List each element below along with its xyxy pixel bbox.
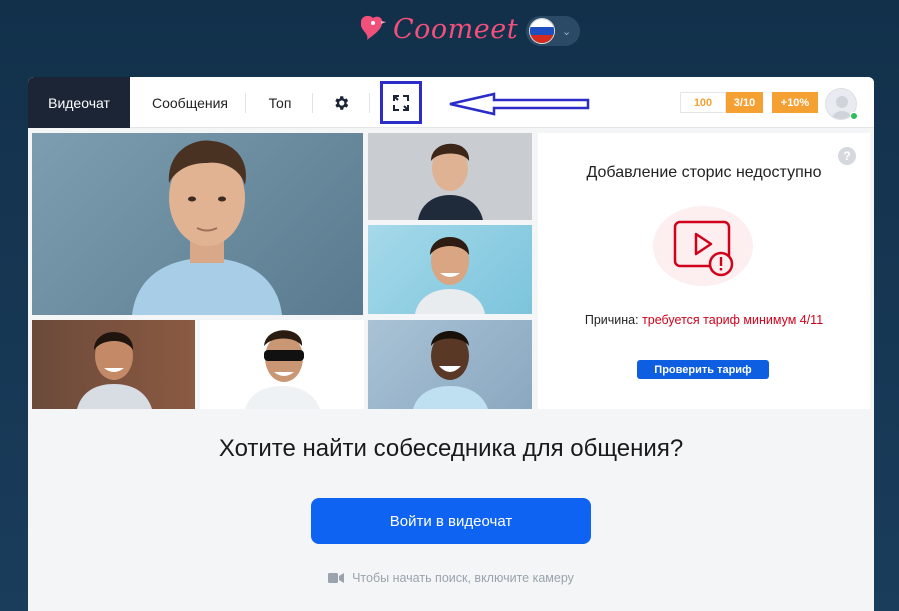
top-nav: Видеочат Сообщения Топ 100 3/10 +10% bbox=[28, 77, 874, 128]
main-card: Видеочат Сообщения Топ 100 3/10 +10% ? Д… bbox=[28, 77, 874, 611]
logo[interactable]: Coomeet bbox=[353, 12, 518, 46]
stories-panel: ? Добавление сторис недоступно Причина: … bbox=[538, 133, 870, 409]
photo-bottom-left bbox=[32, 320, 195, 409]
chevron-down-icon: ⌄ bbox=[562, 25, 572, 38]
nav-divider bbox=[245, 93, 246, 113]
reason-text: Причина: требуется тариф минимум 4/11 bbox=[538, 313, 870, 327]
reason-value: требуется тариф минимум 4/11 bbox=[642, 313, 824, 327]
tab-videochat[interactable]: Видеочат bbox=[28, 77, 130, 128]
top-bar: Coomeet ⌄ bbox=[0, 0, 899, 62]
bonus-badge[interactable]: +10% bbox=[772, 92, 818, 113]
video-camera-icon bbox=[328, 573, 345, 583]
annotation-arrow bbox=[449, 92, 590, 116]
photo-middle-right bbox=[368, 225, 532, 314]
camera-hint: Чтобы начать поиск, включите камеру bbox=[28, 571, 874, 585]
photo-top-right bbox=[368, 133, 532, 220]
reason-label: Причина: bbox=[584, 313, 639, 327]
logo-text: Coomeet bbox=[393, 13, 519, 45]
fullscreen-button[interactable] bbox=[380, 81, 422, 124]
ru-flag-icon bbox=[529, 18, 555, 44]
language-switcher[interactable]: ⌄ bbox=[526, 16, 580, 46]
nav-divider bbox=[369, 93, 370, 113]
photo-bottom-middle bbox=[200, 320, 364, 409]
nav-divider bbox=[312, 93, 313, 113]
photo-collage bbox=[32, 133, 532, 409]
photo-bottom-right bbox=[368, 320, 532, 409]
enter-videochat-button[interactable]: Войти в видеочат bbox=[311, 498, 591, 544]
stories-title: Добавление сторис недоступно bbox=[586, 164, 822, 181]
tab-messages[interactable]: Сообщения bbox=[140, 77, 240, 128]
gear-icon[interactable] bbox=[324, 77, 358, 128]
tab-top[interactable]: Топ bbox=[252, 77, 308, 128]
bird-logo-icon bbox=[361, 15, 386, 40]
help-icon[interactable]: ? bbox=[838, 147, 856, 165]
camera-hint-text: Чтобы начать поиск, включите камеру bbox=[352, 571, 574, 585]
online-indicator bbox=[850, 112, 858, 120]
tariff-badge[interactable]: 3/10 bbox=[726, 92, 763, 113]
video-error-icon bbox=[653, 206, 753, 286]
fullscreen-icon bbox=[393, 94, 409, 111]
coins-badge[interactable]: 100 bbox=[680, 92, 726, 113]
photo-large bbox=[32, 133, 363, 315]
check-tariff-button[interactable]: Проверить тариф bbox=[637, 360, 769, 379]
main-question: Хотите найти собеседника для общения? bbox=[218, 435, 684, 462]
